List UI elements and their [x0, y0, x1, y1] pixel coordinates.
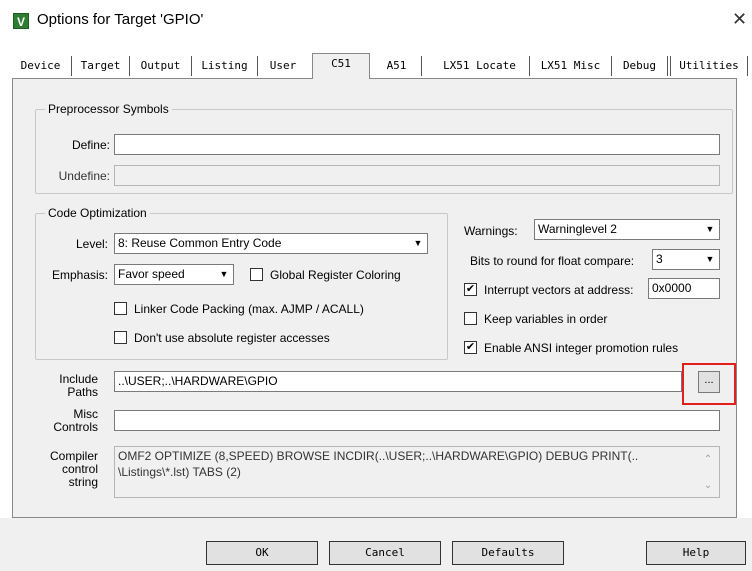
chevron-down-icon: ▼: [702, 251, 718, 268]
interrupt-vectors-checkbox[interactable]: [464, 283, 477, 296]
no-absolute-register-label: Don't use absolute register accesses: [134, 331, 330, 345]
tab-utilities[interactable]: Utilities: [670, 56, 748, 76]
define-label: Define:: [71, 138, 110, 152]
misc-controls-label-line2: Controls: [53, 420, 98, 434]
tab-lx51-misc[interactable]: LX51 Misc: [530, 56, 612, 76]
scroll-down-icon[interactable]: ⌄: [700, 478, 716, 494]
compiler-string-line1: OMF2 OPTIMIZE (8,SPEED) BROWSE INCDIR(..…: [118, 449, 639, 463]
include-paths-label: Include Paths: [40, 373, 98, 399]
warnings-label: Warnings:: [464, 224, 518, 238]
no-absolute-register-checkbox[interactable]: [114, 331, 127, 344]
highlight-box: [682, 363, 736, 405]
interrupt-vectors-label: Interrupt vectors at address:: [484, 283, 634, 297]
tab-debug[interactable]: Debug: [612, 56, 668, 76]
help-button[interactable]: Help: [646, 541, 746, 565]
include-paths-label-line2: Paths: [67, 385, 98, 399]
tab-lx51-locate[interactable]: LX51 Locate: [430, 56, 530, 76]
bits-label: Bits to round for float compare:: [470, 254, 635, 268]
tab-device[interactable]: Device: [10, 56, 72, 76]
interrupt-vectors-input[interactable]: 0x0000: [648, 278, 720, 299]
scroll-up-icon[interactable]: ⌃: [700, 452, 716, 468]
chevron-down-icon: ▼: [216, 266, 232, 283]
keep-variables-label: Keep variables in order: [484, 312, 608, 326]
linker-code-packing-checkbox[interactable]: [114, 302, 127, 315]
undefine-input[interactable]: [114, 165, 720, 186]
preprocessor-group-title: Preprocessor Symbols: [45, 102, 172, 116]
compiler-string-textarea[interactable]: OMF2 OPTIMIZE (8,SPEED) BROWSE INCDIR(..…: [114, 446, 720, 498]
compiler-string-label: Compiler control string: [40, 450, 98, 489]
emphasis-label: Emphasis:: [51, 268, 108, 282]
ok-button[interactable]: OK: [206, 541, 318, 565]
tab-c51[interactable]: C51: [312, 53, 370, 79]
undefine-label: Undefine:: [58, 169, 110, 183]
emphasis-select[interactable]: Favor speed ▼: [114, 264, 234, 285]
close-icon[interactable]: ✕: [732, 9, 747, 30]
compiler-string-label-line3: string: [68, 475, 98, 489]
tab-listing[interactable]: Listing: [192, 56, 258, 76]
global-register-coloring-checkbox[interactable]: [250, 268, 263, 281]
chevron-down-icon: ▼: [410, 235, 426, 252]
warnings-value: Warninglevel 2: [538, 222, 617, 236]
compiler-string-line2: \Listings\*.lst) TABS (2): [118, 465, 241, 479]
tab-user[interactable]: User: [258, 56, 308, 76]
ansi-integer-label: Enable ANSI integer promotion rules: [484, 341, 679, 355]
tab-target[interactable]: Target: [72, 56, 130, 76]
linker-code-packing-label: Linker Code Packing (max. AJMP / ACALL): [134, 302, 364, 316]
keep-variables-checkbox[interactable]: [464, 312, 477, 325]
define-input[interactable]: [114, 134, 720, 155]
misc-controls-label: Misc Controls: [40, 408, 98, 434]
window-title: Options for Target 'GPIO': [37, 11, 204, 28]
bits-select[interactable]: 3 ▼: [652, 249, 720, 270]
level-select[interactable]: 8: Reuse Common Entry Code ▼: [114, 233, 428, 254]
chevron-down-icon: ▼: [702, 221, 718, 238]
level-label: Level:: [75, 237, 108, 251]
tab-output[interactable]: Output: [130, 56, 192, 76]
defaults-button[interactable]: Defaults: [452, 541, 564, 565]
include-paths-input[interactable]: ..\USER;..\HARDWARE\GPIO: [114, 371, 682, 392]
ansi-integer-checkbox[interactable]: [464, 341, 477, 354]
cancel-button[interactable]: Cancel: [329, 541, 441, 565]
global-register-coloring-label: Global Register Coloring: [270, 268, 401, 282]
misc-controls-input[interactable]: [114, 410, 720, 431]
app-icon: V: [13, 13, 29, 29]
emphasis-value: Favor speed: [118, 267, 185, 281]
warnings-select[interactable]: Warninglevel 2 ▼: [534, 219, 720, 240]
code-optimization-title: Code Optimization: [45, 206, 150, 220]
level-value: 8: Reuse Common Entry Code: [118, 236, 282, 250]
tab-a51[interactable]: A51: [372, 56, 422, 76]
bits-value: 3: [656, 252, 663, 266]
